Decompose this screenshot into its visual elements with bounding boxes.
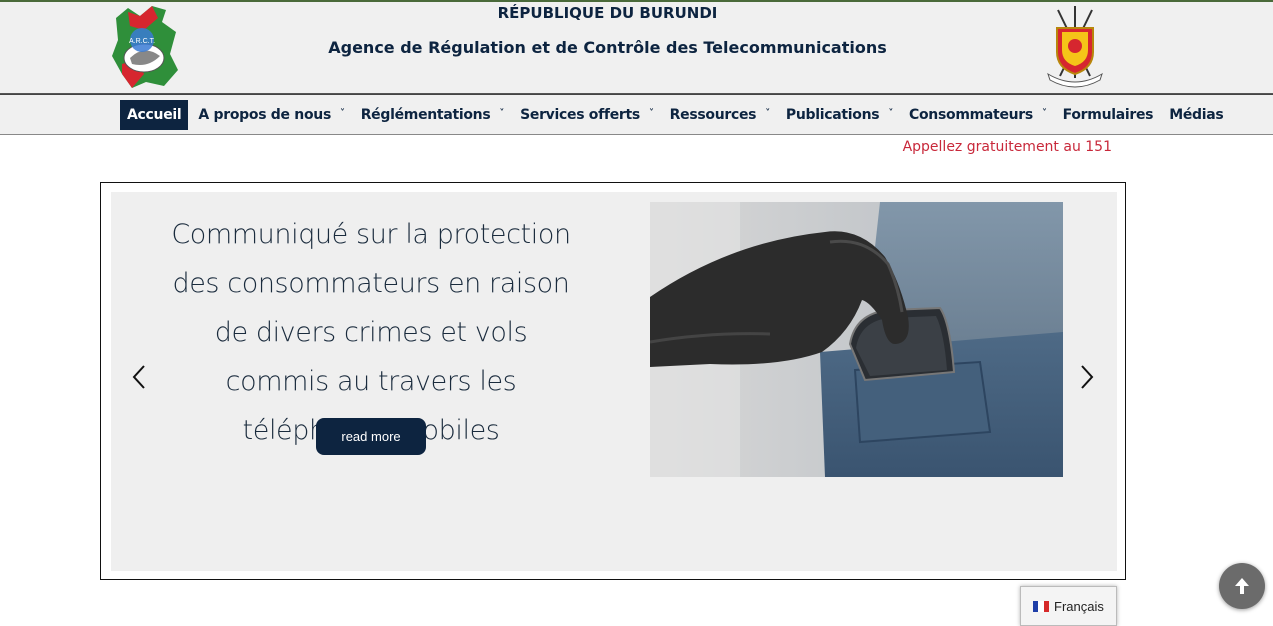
country-title: RÉPUBLIQUE DU BURUNDI <box>497 4 718 22</box>
nav-item-label: Réglémentations <box>360 107 491 123</box>
france-flag-icon <box>1033 600 1049 612</box>
chevron-down-icon: ˅ <box>499 107 505 119</box>
slide-image <box>650 202 1063 477</box>
agency-title: Agence de Régulation et de Contrôle des … <box>328 38 887 57</box>
chevron-down-icon: ˅ <box>765 107 770 119</box>
slide: Communiqué sur la protection des consomm… <box>111 192 1117 571</box>
nav-item-label: Accueil <box>127 107 182 123</box>
site-header: A.R.C.T. RÉPUBLIQUE DU BURUNDI Agence de… <box>0 2 1273 94</box>
nav-item-label: Formulaires <box>1062 107 1154 123</box>
nav-menu: Accueil A propos de nous ˅ Réglémentations ˅… <box>120 100 1239 130</box>
chevron-down-icon: ˅ <box>1041 107 1047 119</box>
nav-item-label: Consommateurs <box>909 107 1033 123</box>
scroll-to-top-button[interactable] <box>1219 563 1265 609</box>
nav-item-services-offerts[interactable]: Services offerts ˅ <box>520 100 662 130</box>
chevron-down-icon: ˅ <box>648 107 654 119</box>
language-label: Français <box>1054 598 1104 614</box>
nav-item-r-gl-mentations[interactable]: Réglémentations ˅ <box>361 100 512 130</box>
burundi-coat-of-arms-icon <box>1047 6 1103 88</box>
read-more-button[interactable]: read more <box>316 418 426 455</box>
nav-item-ressources[interactable]: Ressources ˅ <box>670 100 778 130</box>
nav-item-publications[interactable]: Publications ˅ <box>786 100 901 130</box>
nav-item-label: Ressources <box>669 107 757 123</box>
nav-item-a-propos-de-nous[interactable]: A propos de nous ˅ <box>198 100 352 130</box>
nav-item-formulaires[interactable]: Formulaires <box>1063 100 1162 130</box>
main-navigation: Accueil A propos de nous ˅ Réglémentations ˅… <box>0 94 1273 135</box>
nav-item-label: Publications <box>785 107 880 123</box>
nav-item-m-dias[interactable]: Médias <box>1169 100 1231 130</box>
nav-item-label: Services offerts <box>520 107 640 123</box>
chevron-right-icon[interactable] <box>1077 362 1097 400</box>
nav-item-accueil[interactable]: Accueil <box>120 100 189 130</box>
nav-item-label: Médias <box>1169 107 1224 123</box>
news-slider: Communiqué sur la protection des consomm… <box>100 182 1126 580</box>
arrow-up-icon <box>1235 578 1249 594</box>
language-switcher[interactable]: Français <box>1020 586 1117 626</box>
nav-item-consommateurs[interactable]: Consommateurs ˅ <box>909 100 1055 130</box>
nav-item-label: A propos de nous <box>198 107 331 123</box>
chevron-left-icon[interactable] <box>129 362 149 400</box>
chevron-down-icon: ˅ <box>888 107 894 119</box>
chevron-down-icon: ˅ <box>339 107 345 119</box>
free-call-notice[interactable]: Appellez gratuitement au 151 <box>903 139 1112 155</box>
